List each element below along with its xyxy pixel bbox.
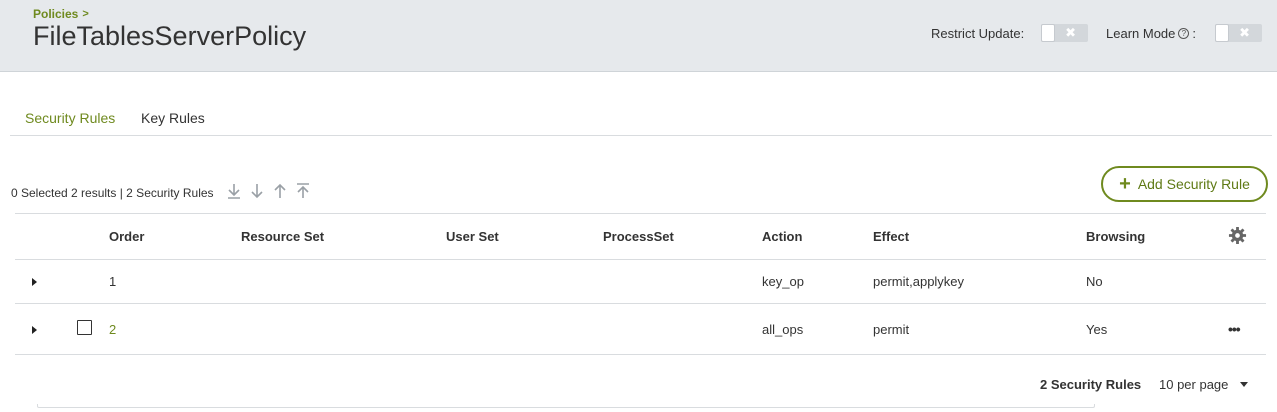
scrollbar-track[interactable] (37, 404, 1095, 408)
order-link[interactable]: 2 (109, 322, 116, 337)
help-icon[interactable]: ? (1178, 28, 1190, 39)
browsing-cell: No (1086, 259, 1228, 304)
restrict-update-label: Restrict Update: (931, 26, 1025, 41)
tab-security-rules[interactable]: Security Rules (25, 110, 115, 126)
process-set-cell (603, 259, 762, 304)
order-cell: 1 (109, 259, 241, 304)
row-checkbox[interactable] (77, 320, 92, 335)
process-set-cell (603, 303, 762, 355)
column-header-order[interactable]: Order (109, 213, 241, 260)
order-cell: 2 (109, 303, 241, 355)
table-row: 1 key_op permit,applykey No (15, 259, 1266, 304)
expand-cell[interactable] (15, 259, 72, 304)
footer-rule-count: 2 Security Rules (1040, 377, 1142, 392)
action-cell: all_ops (762, 303, 873, 355)
caret-down-icon (1240, 382, 1249, 387)
per-page-select[interactable]: 10 per page (1159, 377, 1249, 392)
learn-mode-toggle[interactable]: ✖ (1215, 24, 1262, 42)
resource-set-cell (241, 259, 446, 304)
expand-column-header (15, 213, 72, 260)
expand-cell[interactable] (15, 303, 72, 355)
table-row: 2 all_ops permit Yes ••• (15, 303, 1266, 355)
move-up-icon[interactable] (272, 182, 288, 200)
effect-cell: permit (873, 303, 1086, 355)
chevron-right-icon: > (82, 8, 89, 20)
table-header-row: Order Resource Set User Set ProcessSet A… (15, 213, 1266, 260)
learn-mode-colon: : (1192, 26, 1197, 41)
page-header: Policies > FileTablesServerPolicy Restri… (0, 0, 1277, 72)
security-rules-table: Order Resource Set User Set ProcessSet A… (15, 213, 1266, 355)
column-settings-cell (1228, 213, 1266, 260)
move-to-bottom-icon[interactable] (226, 182, 242, 200)
move-to-top-icon[interactable] (295, 182, 311, 200)
add-security-rule-label: Add Security Rule (1137, 176, 1250, 192)
learn-mode-label: Learn Mode (1106, 26, 1176, 41)
row-menu-cell: ••• (1228, 303, 1266, 355)
toggle-knob (1041, 24, 1055, 42)
select-column-header (72, 213, 109, 260)
resource-set-cell (241, 303, 446, 355)
close-icon: ✖ (1239, 25, 1250, 40)
column-header-browsing[interactable]: Browsing (1086, 213, 1228, 260)
plus-icon: + (1119, 173, 1131, 195)
learn-mode-label-group: Learn Mode ? : (1106, 26, 1196, 41)
column-header-resource-set[interactable]: Resource Set (241, 213, 446, 260)
gear-icon[interactable] (1228, 226, 1247, 245)
more-options-icon[interactable]: ••• (1228, 321, 1241, 337)
move-down-icon[interactable] (249, 182, 265, 200)
select-cell (72, 259, 109, 304)
caret-right-icon[interactable] (32, 325, 37, 334)
results-summary: 0 Selected 2 results | 2 Security Rules (11, 186, 214, 200)
page-title: FileTablesServerPolicy (33, 21, 307, 51)
user-set-cell (446, 303, 603, 355)
close-icon: ✖ (1065, 25, 1076, 40)
user-set-cell (446, 259, 603, 304)
add-security-rule-button[interactable]: + Add Security Rule (1101, 166, 1268, 202)
breadcrumb[interactable]: Policies > (33, 7, 89, 21)
column-header-action[interactable]: Action (762, 213, 873, 260)
tab-key-rules[interactable]: Key Rules (141, 110, 205, 126)
column-header-effect[interactable]: Effect (873, 213, 1086, 260)
select-cell (72, 303, 109, 355)
browsing-cell: Yes (1086, 303, 1228, 355)
move-controls (226, 182, 311, 200)
breadcrumb-policies-link[interactable]: Policies (33, 7, 78, 21)
per-page-value: 10 per page (1159, 377, 1229, 392)
caret-right-icon[interactable] (32, 278, 37, 286)
effect-cell: permit,applykey (873, 259, 1086, 304)
tab-bar: Security Rules Key Rules (10, 105, 1272, 136)
column-header-process-set[interactable]: ProcessSet (603, 213, 762, 260)
restrict-update-toggle[interactable]: ✖ (1041, 24, 1088, 42)
toggle-knob (1215, 24, 1229, 42)
row-menu-cell (1228, 259, 1266, 304)
column-header-user-set[interactable]: User Set (446, 213, 603, 260)
action-cell: key_op (762, 259, 873, 304)
